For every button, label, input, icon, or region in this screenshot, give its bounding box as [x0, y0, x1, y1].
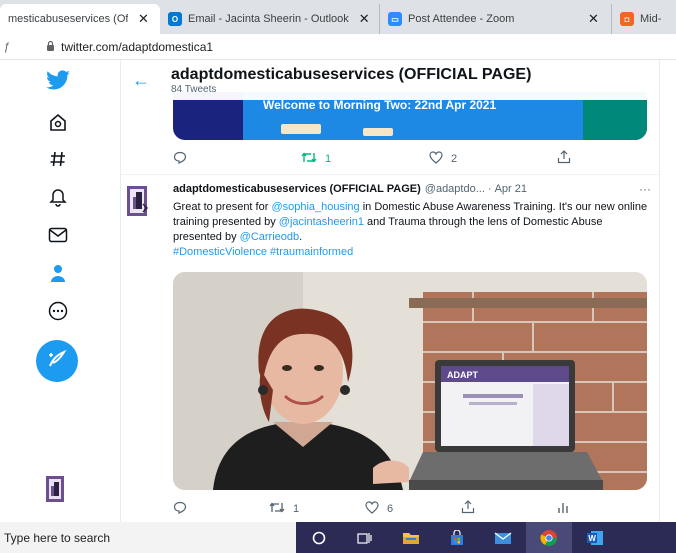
- image-detail: [363, 128, 393, 136]
- reply-button[interactable]: [173, 151, 301, 167]
- tab-mid[interactable]: ◘ Mid-: [612, 4, 676, 34]
- author-handle[interactable]: @adaptdo...: [425, 183, 485, 195]
- tab-outlook[interactable]: O Email - Jacinta Sheerin - Outlook ✕: [160, 4, 380, 34]
- analytics-button[interactable]: [557, 501, 569, 517]
- svg-text:W: W: [588, 534, 596, 543]
- photo-illustration: ADAPT: [173, 272, 647, 490]
- profile-timeline: ← adaptdomesticabuseservices (OFFICIAL P…: [120, 60, 660, 522]
- analytics-bars-icon: [557, 501, 569, 517]
- tab-twitter[interactable]: mesticabuseservices (Of ✕: [0, 4, 160, 34]
- tab-close-icon[interactable]: ✕: [138, 11, 149, 27]
- lock-icon: [46, 40, 55, 54]
- share-button[interactable]: [461, 500, 557, 517]
- cortana-circle-icon[interactable]: [296, 522, 342, 553]
- toolbar-stub: ƒ: [4, 40, 11, 53]
- tweet-actions: 1 2: [173, 150, 593, 167]
- browser-tab-bar: mesticabuseservices (Of ✕ O Email - Jaci…: [0, 0, 676, 34]
- outlook-icon: O: [168, 12, 182, 26]
- laptop-screen-text: ADAPT: [447, 370, 479, 380]
- windows-taskbar: Type here to search W: [0, 522, 676, 553]
- retweet-icon: [301, 151, 317, 167]
- tab-close-icon[interactable]: ✕: [588, 11, 599, 27]
- store-bag-icon[interactable]: [434, 522, 480, 553]
- separator-dot: ·: [487, 183, 492, 195]
- reply-icon: [173, 501, 187, 517]
- retweet-button[interactable]: 1: [269, 501, 365, 517]
- account-avatar[interactable]: [44, 474, 68, 504]
- tweet-text: Great to present for @sophia_housing in …: [173, 200, 651, 260]
- retweet-button[interactable]: 1: [301, 151, 429, 167]
- share-button[interactable]: [557, 150, 571, 167]
- tab-title: Email - Jacinta Sheerin - Outlook: [188, 13, 349, 25]
- more-options-icon[interactable]: ···: [639, 182, 651, 196]
- profile-person-icon[interactable]: [40, 258, 76, 288]
- text-segment: .: [299, 231, 303, 243]
- address-bar[interactable]: ƒ twitter.com/adaptdomestica1: [0, 34, 676, 60]
- taskbar-icons: W: [296, 522, 676, 553]
- retweet-icon: [269, 501, 285, 517]
- mention-link[interactable]: @Carrieodb: [240, 231, 299, 243]
- tab-title: Post Attendee - Zoom: [408, 13, 515, 25]
- home-icon[interactable]: [40, 108, 76, 138]
- url-text[interactable]: twitter.com/adaptdomestica1: [61, 40, 213, 54]
- notifications-bell-icon[interactable]: [40, 182, 76, 212]
- task-view-icon[interactable]: [342, 522, 388, 553]
- tweet-date[interactable]: Apr 21: [495, 183, 527, 195]
- retweet-count: 1: [293, 502, 300, 515]
- like-count: 2: [451, 152, 458, 165]
- text-segment: Great to present for: [173, 201, 272, 213]
- tab-title: Mid-: [640, 13, 662, 25]
- search-placeholder: Type here to search: [4, 530, 111, 545]
- explore-hashtag-icon[interactable]: [40, 144, 76, 174]
- orange-app-icon: ◘: [620, 12, 634, 26]
- like-count: 6: [387, 502, 394, 515]
- share-icon: [557, 150, 571, 167]
- tweet[interactable]: adaptdomesticabuseservices (OFFICIAL PAG…: [173, 182, 651, 260]
- retweet-count: 1: [325, 152, 332, 165]
- like-button[interactable]: 2: [429, 150, 557, 167]
- twitter-bird-icon[interactable]: [40, 66, 76, 96]
- compose-tweet-button[interactable]: [36, 340, 78, 382]
- chrome-icon[interactable]: [526, 522, 572, 553]
- image-detail: [281, 124, 321, 134]
- file-explorer-icon[interactable]: [388, 522, 434, 553]
- more-circle-icon[interactable]: [40, 296, 76, 326]
- share-icon: [461, 500, 475, 517]
- like-heart-icon: [365, 500, 379, 517]
- image-caption: Welcome to Morning Two: 22nd Apr 2021: [263, 98, 497, 112]
- reply-icon: [173, 151, 187, 167]
- tab-close-icon[interactable]: ✕: [359, 11, 370, 27]
- tweet-divider: [121, 174, 659, 175]
- tab-zoom[interactable]: ▭ Post Attendee - Zoom ✕: [380, 4, 612, 34]
- tweet-count: 84 Tweets: [171, 83, 217, 95]
- tweet-avatar[interactable]: [121, 184, 161, 220]
- profile-name: adaptdomesticabuseservices (OFFICIAL PAG…: [171, 65, 532, 83]
- taskbar-search[interactable]: Type here to search: [0, 522, 296, 553]
- mention-link[interactable]: @sophia_housing: [271, 201, 359, 213]
- mention-link[interactable]: @jacintasheerin1: [279, 216, 364, 228]
- like-heart-icon: [429, 150, 443, 167]
- hashtag-link[interactable]: #traumainformed: [270, 246, 353, 258]
- reply-button[interactable]: [173, 501, 269, 517]
- tab-title: mesticabuseservices (Of: [8, 13, 128, 25]
- tweet-actions: 1 6: [173, 500, 647, 517]
- back-arrow-icon[interactable]: ←: [121, 70, 161, 91]
- like-button[interactable]: 6: [365, 500, 461, 517]
- compose-tweet-icon: [47, 349, 67, 374]
- tweet-header: adaptdomesticabuseservices (OFFICIAL PAG…: [173, 182, 651, 196]
- messages-envelope-icon[interactable]: [40, 220, 76, 250]
- profile-header: ← adaptdomesticabuseservices (OFFICIAL P…: [121, 60, 659, 100]
- author-name[interactable]: adaptdomesticabuseservices (OFFICIAL PAG…: [173, 183, 421, 195]
- tweet-photo[interactable]: ADAPT: [173, 272, 647, 490]
- zoom-icon: ▭: [388, 12, 402, 26]
- mail-icon[interactable]: [480, 522, 526, 553]
- left-nav: [0, 60, 120, 522]
- hashtag-link[interactable]: #DomesticViolence: [173, 246, 267, 258]
- word-icon[interactable]: W: [572, 522, 618, 553]
